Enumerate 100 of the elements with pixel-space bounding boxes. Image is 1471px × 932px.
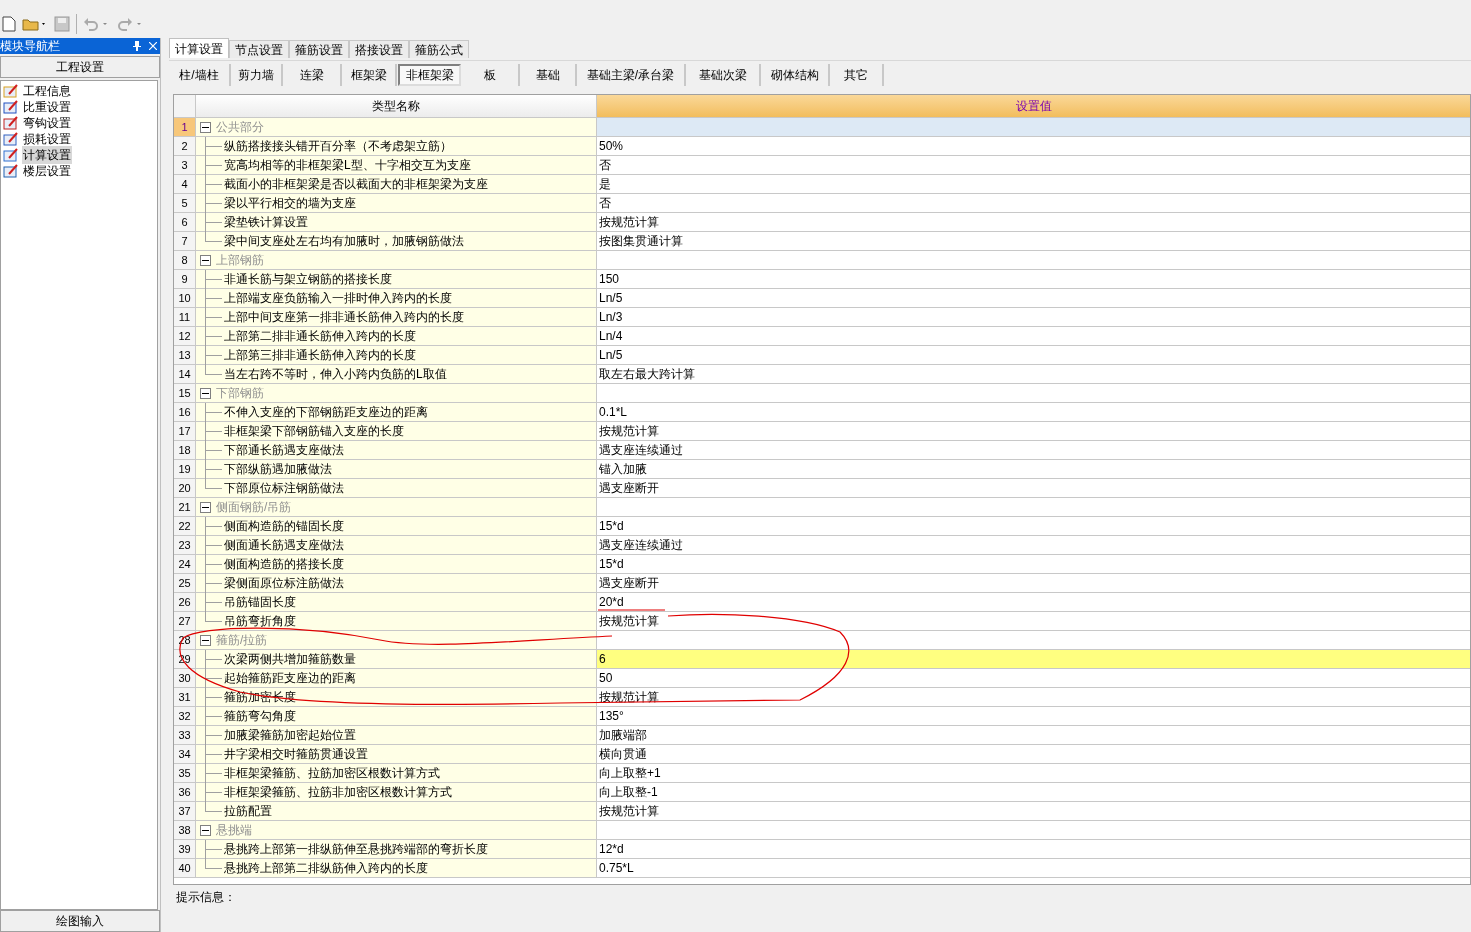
setting-name: 侧面构造筋的锚固长度 [224,518,344,535]
subtab[interactable]: 剪力墙 [231,63,283,86]
setting-value[interactable]: 向上取整+1 [597,764,1470,783]
save-icon[interactable] [54,16,70,32]
row-number: 36 [174,783,196,802]
setting-name: 下部原位标注钢筋做法 [224,480,344,497]
expand-toggle[interactable] [200,824,211,836]
setting-value[interactable]: 是 [597,175,1470,194]
nav-item[interactable]: 工程信息 [22,82,72,100]
setting-value[interactable]: 否 [597,156,1470,175]
drawing-input-button[interactable]: 绘图输入 [0,910,160,932]
nav-item[interactable]: 计算设置 [22,146,72,164]
setting-value[interactable]: 加腋端部 [597,726,1470,745]
setting-value[interactable]: 按规范计算 [597,213,1470,232]
minus-icon [202,829,209,831]
setting-name: 侧面构造筋的搭接长度 [224,556,344,573]
row-number: 38 [174,821,196,840]
setting-name: 起始箍筋距支座边的距离 [224,670,356,687]
tab[interactable]: 箍筋设置 [289,40,349,58]
row-number: 18 [174,441,196,460]
setting-value[interactable]: 向上取整-1 [597,783,1470,802]
expand-toggle[interactable] [200,501,211,513]
group-label: 侧面钢筋/吊筋 [216,499,292,516]
expand-toggle[interactable] [200,254,211,266]
column-header[interactable]: 类型名称 [196,95,597,118]
setting-name: 下部纵筋遇加腋做法 [224,461,332,478]
subtab[interactable]: 连梁 [283,63,342,86]
subtab[interactable]: 基础主梁/承台梁 [577,63,686,86]
tab[interactable]: 搭接设置 [349,40,409,58]
setting-value[interactable]: 遇支座断开 [597,479,1470,498]
row-number: 20 [174,479,196,498]
row-number: 31 [174,688,196,707]
setting-name: 非框架梁箍筋、拉筋非加密区根数计算方式 [224,784,452,801]
setting-value[interactable]: 遇支座断开 [597,574,1470,593]
nav-item[interactable]: 比重设置 [22,98,72,116]
expand-toggle[interactable] [200,121,211,133]
setting-name: 吊筋弯折角度 [224,613,296,630]
row-number: 11 [174,308,196,327]
close-icon[interactable] [149,42,157,50]
expand-toggle[interactable] [200,634,211,646]
row-number: 4 [174,175,196,194]
row-number: 26 [174,593,196,612]
subtab[interactable]: 柱/墙柱 [169,63,231,86]
row-number: 15 [174,384,196,403]
setting-value[interactable]: 锚入加腋 [597,460,1470,479]
row-number: 10 [174,289,196,308]
setting-value[interactable]: 遇支座连续通过 [597,441,1470,460]
setting-value[interactable]: 遇支座连续通过 [597,536,1470,555]
nav-item[interactable]: 损耗设置 [22,130,72,148]
setting-value[interactable]: 按规范计算 [597,612,1470,631]
settings-item-icon [3,84,19,98]
setting-value[interactable]: 取左右最大跨计算 [597,365,1470,384]
group-label: 箍筋/拉筋 [216,632,268,649]
nav-item[interactable]: 楼层设置 [22,162,72,180]
setting-value[interactable]: 按规范计算 [597,422,1470,441]
setting-name: 非框架梁箍筋、拉筋加密区根数计算方式 [224,765,440,782]
row-number: 1 [174,118,196,137]
setting-name: 悬挑跨上部第二排纵筋伸入跨内的长度 [224,860,428,877]
setting-name: 拉筋配置 [224,803,272,820]
minus-icon [202,259,209,261]
row-number: 12 [174,327,196,346]
tab[interactable]: 计算设置 [169,38,229,58]
section-button[interactable]: 工程设置 [0,56,160,78]
setting-value[interactable]: 按规范计算 [597,802,1470,821]
setting-name: 梁垫铁计算设置 [224,214,308,231]
subtab[interactable]: 非框架梁 [398,63,461,86]
subtab[interactable]: 板 [462,63,520,86]
setting-name: 梁中间支座处左右均有加腋时，加腋钢筋做法 [224,233,464,250]
row-number: 33 [174,726,196,745]
row-number: 19 [174,460,196,479]
open-folder-icon[interactable] [22,16,48,32]
column-header[interactable]: 设置值 [597,95,1470,118]
setting-value[interactable]: 横向贯通 [597,745,1470,764]
subtab[interactable]: 基础 [520,63,577,86]
setting-name: 非框架梁下部钢筋锚入支座的长度 [224,423,404,440]
setting-name: 上部第三排非通长筋伸入跨内的长度 [224,347,416,364]
pin-icon[interactable] [133,41,141,51]
subtab[interactable]: 基础次梁 [686,63,761,86]
row-number: 40 [174,859,196,878]
setting-name: 纵筋搭接接头错开百分率（不考虑架立筋） [224,138,452,155]
tab[interactable]: 节点设置 [229,40,289,58]
minus-icon [202,506,209,508]
setting-name: 当左右跨不等时，伸入小跨内负筋的L取值 [224,366,447,383]
new-file-icon[interactable] [2,16,16,32]
setting-value[interactable]: 6 [597,650,1470,669]
setting-value[interactable]: 按图集贯通计算 [597,232,1470,251]
row-number: 21 [174,498,196,517]
setting-value[interactable]: 否 [597,194,1470,213]
nav-item[interactable]: 弯钩设置 [22,114,72,132]
minus-icon [202,126,209,128]
setting-value[interactable]: 按规范计算 [597,688,1470,707]
row-number: 9 [174,270,196,289]
row-number: 30 [174,669,196,688]
expand-toggle[interactable] [200,387,211,399]
subtab[interactable]: 其它 [830,63,884,86]
setting-name: 宽高均相等的非框架梁L型、十字相交互为支座 [224,157,471,174]
subtab[interactable]: 砌体结构 [761,63,830,86]
setting-name: 箍筋弯勾角度 [224,708,296,725]
row-number: 13 [174,346,196,365]
tab[interactable]: 箍筋公式 [409,40,469,58]
